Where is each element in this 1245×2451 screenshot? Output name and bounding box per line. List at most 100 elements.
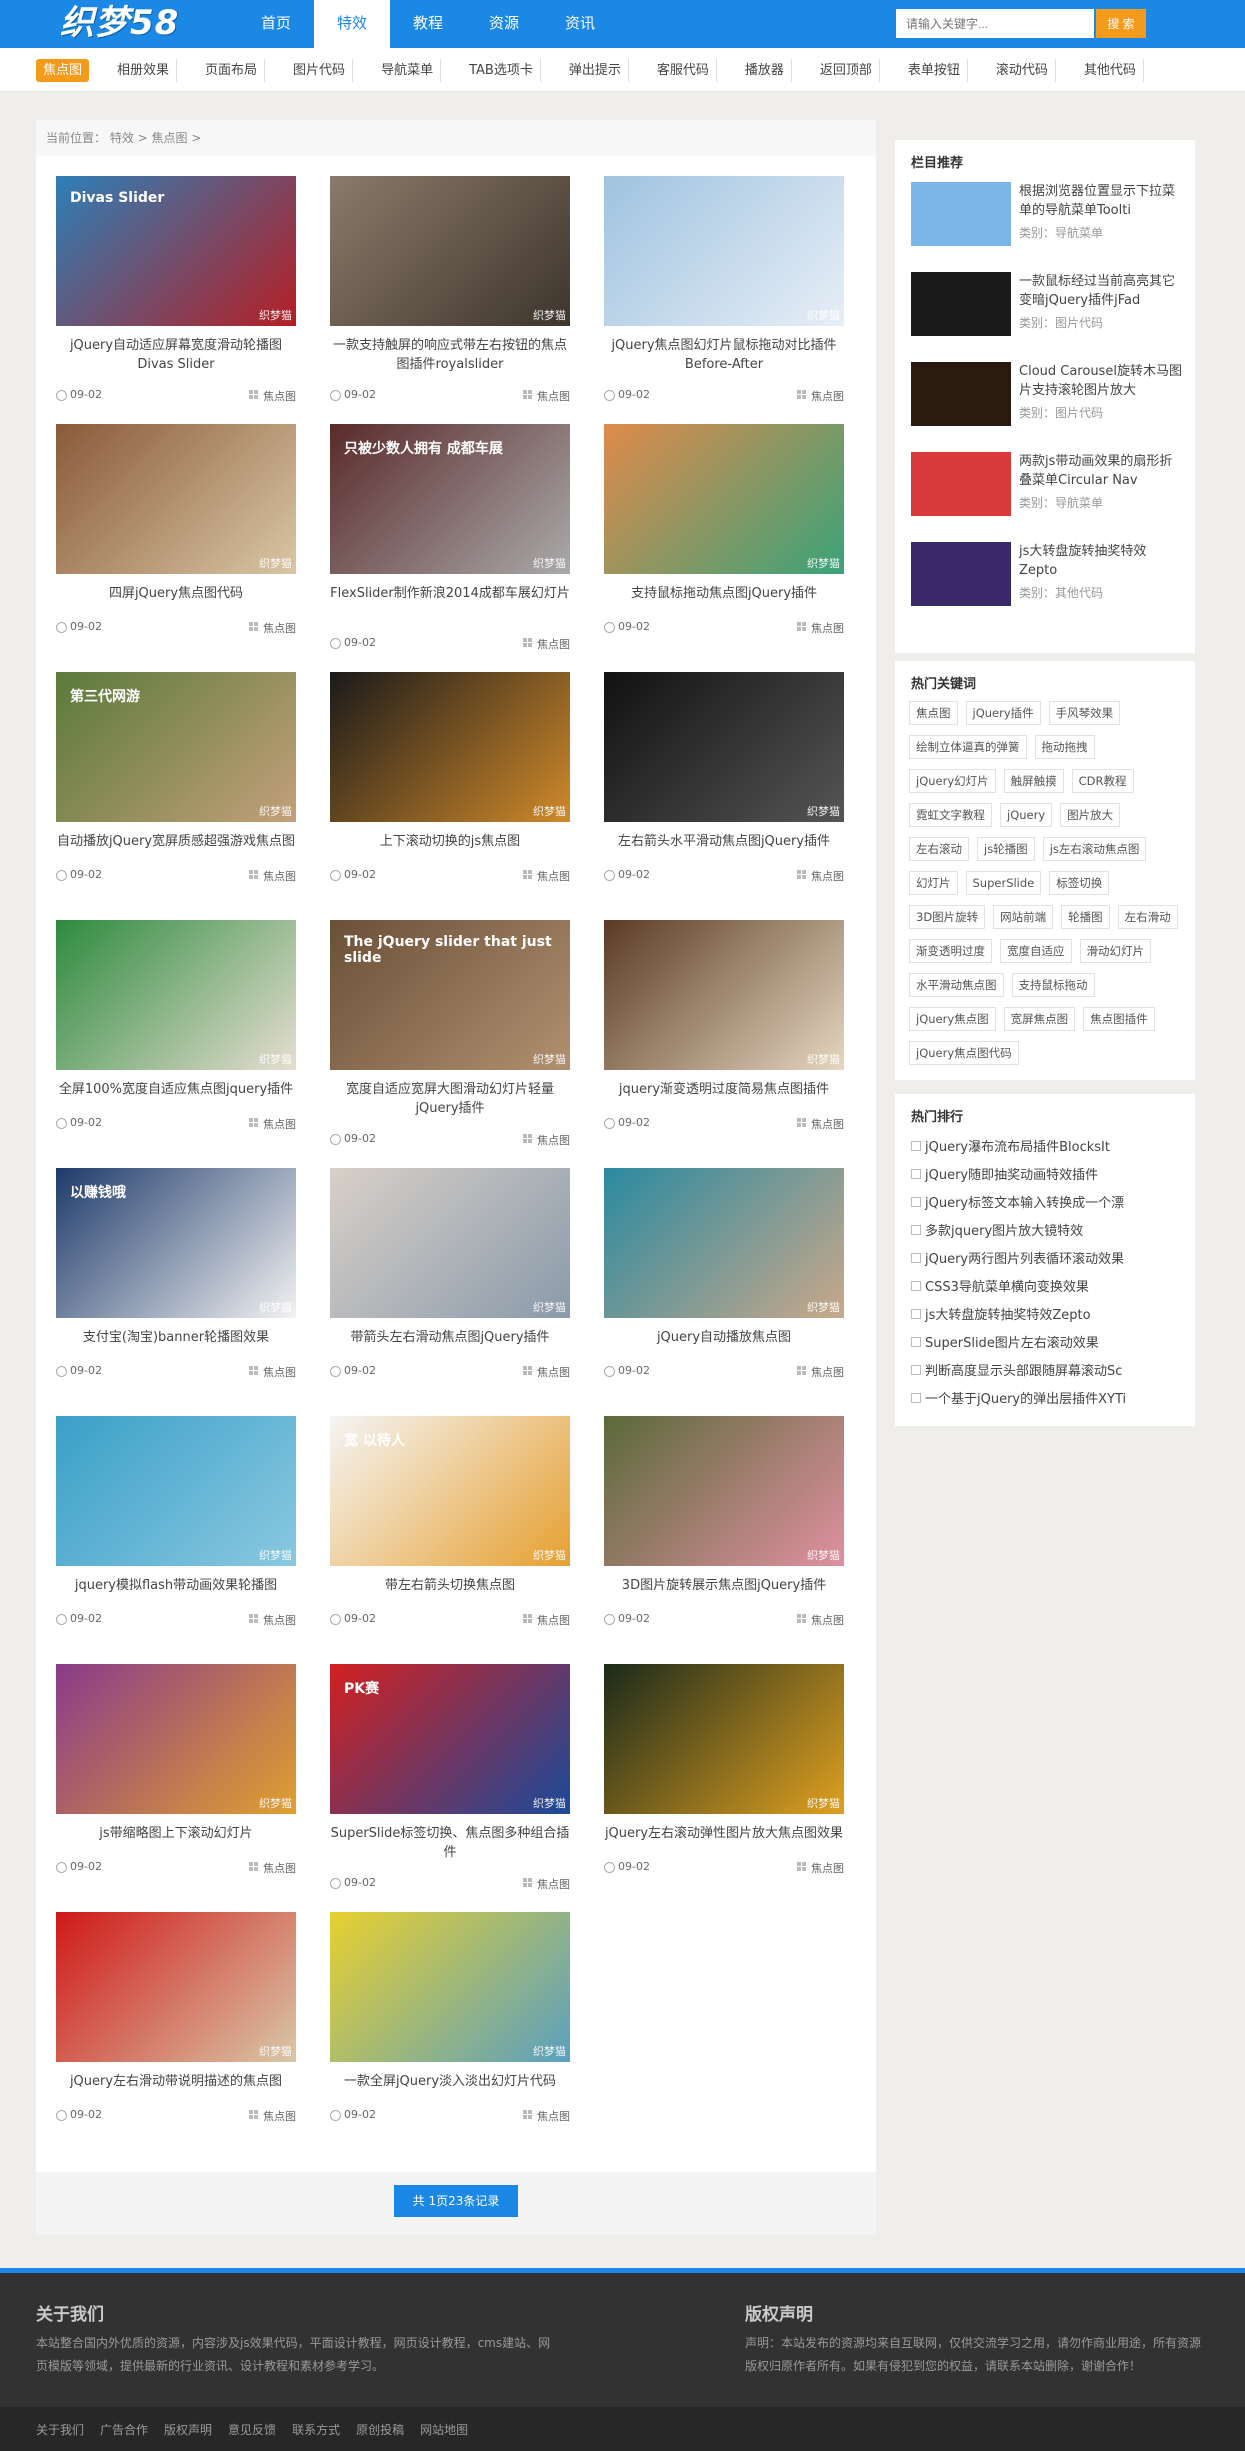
keyword-tag[interactable]: 3D图片旋转 — [909, 905, 986, 929]
hot-rank-item[interactable]: 一个基于jQuery的弹出层插件XYTi — [911, 1388, 1181, 1408]
keyword-tag[interactable]: js左右滚动焦点图 — [1042, 837, 1147, 861]
card-title[interactable]: 上下滚动切换的js焦点图 — [330, 832, 570, 851]
subnav-item[interactable]: 客服代码 — [650, 59, 717, 82]
card-category[interactable]: 焦点图 — [523, 868, 570, 884]
footer-link[interactable]: 原创投稿 — [356, 2421, 404, 2438]
subnav-item[interactable]: 表单按钮 — [901, 59, 968, 82]
card-category[interactable]: 焦点图 — [523, 1876, 570, 1892]
card-category[interactable]: 焦点图 — [523, 388, 570, 404]
footer-link[interactable]: 关于我们 — [36, 2421, 84, 2438]
keyword-tag[interactable]: js轮播图 — [977, 837, 1035, 861]
card-category[interactable]: 焦点图 — [249, 1364, 296, 1380]
keyword-tag[interactable]: jQuery — [1000, 803, 1053, 827]
keyword-tag[interactable]: jQuery插件 — [965, 701, 1041, 725]
card-thumbnail[interactable]: 织梦猫 — [56, 424, 296, 574]
keyword-tag[interactable]: 左右滚动 — [909, 837, 969, 861]
card-title[interactable]: FlexSlider制作新浪2014成都车展幻灯片 — [330, 584, 570, 603]
hot-rank-item[interactable]: js大转盘旋转抽奖特效Zepto — [911, 1304, 1181, 1324]
nav-item[interactable]: 首页 — [238, 0, 314, 48]
card-title[interactable]: 自动播放jQuery宽屏质感超强游戏焦点图 — [56, 832, 296, 851]
card-title[interactable]: 宽度自适应宽屏大图滑动幻灯片轻量jQuery插件 — [330, 1080, 570, 1118]
card-category[interactable]: 焦点图 — [249, 868, 296, 884]
card-category[interactable]: 焦点图 — [523, 1132, 570, 1148]
hot-rank-item[interactable]: SuperSlide图片左右滚动效果 — [911, 1332, 1181, 1352]
card-title[interactable]: 左右箭头水平滑动焦点图jQuery插件 — [604, 832, 844, 851]
card-category[interactable]: 焦点图 — [523, 636, 570, 652]
card-thumbnail[interactable]: 织梦猫 — [56, 1912, 296, 2062]
card-title[interactable]: 全屏100%宽度自适应焦点图jquery插件 — [56, 1080, 296, 1099]
subnav-item[interactable]: 返回顶部 — [813, 59, 880, 82]
card-title[interactable]: jquery渐变透明过度简易焦点图插件 — [604, 1080, 844, 1099]
keyword-tag[interactable]: 宽屏焦点图 — [1003, 1007, 1076, 1031]
recommend-thumbnail[interactable] — [911, 542, 1011, 606]
card-title[interactable]: 支持鼠标拖动焦点图jQuery插件 — [604, 584, 844, 603]
recommend-thumbnail[interactable] — [911, 362, 1011, 426]
keyword-tag[interactable]: 网站前端 — [993, 905, 1054, 929]
subnav-item[interactable]: 图片代码 — [286, 59, 354, 82]
nav-item[interactable]: 特效 — [314, 0, 390, 48]
keyword-tag[interactable]: 宽度自适应 — [1000, 939, 1072, 963]
subnav-item[interactable]: 页面布局 — [198, 59, 266, 82]
card-title[interactable]: jQuery焦点图幻灯片鼠标拖动对比插件Before-After — [604, 336, 844, 374]
card-title[interactable]: 支付宝(淘宝)banner轮播图效果 — [56, 1328, 296, 1347]
recommend-title[interactable]: 两款js带动画效果的扇形折叠菜单Circular Nav — [1019, 452, 1183, 490]
subnav-item[interactable]: 导航菜单 — [374, 59, 442, 82]
card-thumbnail[interactable]: 织梦猫 — [604, 424, 844, 574]
card-thumbnail[interactable]: PK赛 织梦猫 — [330, 1664, 570, 1814]
card-title[interactable]: 一款全屏jQuery淡入淡出幻灯片代码 — [330, 2072, 570, 2091]
keyword-tag[interactable]: 标签切换 — [1049, 871, 1110, 895]
recommend-item[interactable]: Cloud Carousel旋转木马图片支持滚轮图片放大 类别：图片代码 — [911, 362, 1183, 432]
card-category[interactable]: 焦点图 — [249, 1860, 296, 1876]
card-category[interactable]: 焦点图 — [797, 868, 844, 884]
keyword-tag[interactable]: 焦点图插件 — [1083, 1007, 1155, 1031]
site-logo[interactable]: 织梦58 — [60, 2, 200, 44]
card-title[interactable]: 带箭头左右滑动焦点图jQuery插件 — [330, 1328, 570, 1347]
keyword-tag[interactable]: 水平滑动焦点图 — [909, 973, 1004, 997]
keyword-tag[interactable]: 滑动幻灯片 — [1079, 939, 1151, 963]
footer-link[interactable]: 广告合作 — [100, 2421, 148, 2438]
card-category[interactable]: 焦点图 — [523, 1612, 570, 1628]
keyword-tag[interactable]: 左右滑动 — [1117, 905, 1178, 929]
nav-item[interactable]: 资源 — [466, 0, 542, 48]
keyword-tag[interactable]: 手风琴效果 — [1048, 701, 1121, 725]
card-title[interactable]: 一款支持触屏的响应式带左右按钮的焦点图插件royalslider — [330, 336, 570, 374]
card-category[interactable]: 焦点图 — [249, 620, 296, 636]
keyword-tag[interactable]: 触屏触摸 — [1003, 769, 1064, 793]
recommend-item[interactable]: 两款js带动画效果的扇形折叠菜单Circular Nav 类别：导航菜单 — [911, 452, 1183, 522]
card-category[interactable]: 焦点图 — [797, 1116, 844, 1132]
card-title[interactable]: jquery模拟flash带动画效果轮播图 — [56, 1576, 296, 1595]
recommend-title[interactable]: 一款鼠标经过当前高亮其它变暗jQuery插件jFad — [1019, 272, 1183, 310]
subnav-item[interactable]: 滚动代码 — [989, 59, 1056, 82]
hot-rank-item[interactable]: jQuery两行图片列表循环滚动效果 — [911, 1248, 1181, 1268]
card-thumbnail[interactable]: The jQuery slider that just slide 织梦猫 — [330, 920, 570, 1070]
card-thumbnail[interactable]: 织梦猫 — [604, 672, 844, 822]
recommend-title[interactable]: js大转盘旋转抽奖特效Zepto — [1019, 542, 1183, 580]
card-category[interactable]: 焦点图 — [523, 1364, 570, 1380]
nav-item[interactable]: 资讯 — [542, 0, 618, 48]
card-category[interactable]: 焦点图 — [249, 388, 296, 404]
card-thumbnail[interactable]: 织梦猫 — [56, 920, 296, 1070]
card-thumbnail[interactable]: 织梦猫 — [604, 1416, 844, 1566]
footer-link[interactable]: 联系方式 — [292, 2421, 340, 2438]
search-button[interactable]: 搜 索 — [1096, 9, 1146, 38]
card-category[interactable]: 焦点图 — [797, 620, 844, 636]
card-category[interactable]: 焦点图 — [797, 388, 844, 404]
card-thumbnail[interactable]: 织梦猫 — [330, 672, 570, 822]
card-title[interactable]: jQuery左右滚动弹性图片放大焦点图效果 — [604, 1824, 844, 1843]
card-thumbnail[interactable]: 织梦猫 — [330, 1168, 570, 1318]
card-category[interactable]: 焦点图 — [797, 1612, 844, 1628]
hot-rank-item[interactable]: jQuery随即抽奖动画特效插件 — [911, 1164, 1181, 1184]
keyword-tag[interactable]: 绘制立体逼真的弹簧 — [909, 735, 1027, 759]
nav-item[interactable]: 教程 — [390, 0, 466, 48]
subnav-item[interactable]: 其他代码 — [1077, 59, 1144, 82]
footer-link[interactable]: 意见反馈 — [228, 2421, 276, 2438]
subnav-item[interactable]: 相册效果 — [110, 59, 178, 82]
card-thumbnail[interactable]: 织梦猫 — [604, 1168, 844, 1318]
keyword-tag[interactable]: 拖动拖拽 — [1034, 735, 1095, 759]
keyword-tag[interactable]: 幻灯片 — [909, 871, 958, 895]
subnav-item[interactable]: 弹出提示 — [562, 59, 629, 82]
subnav-item[interactable]: 播放器 — [738, 59, 792, 82]
pagination-info[interactable]: 共 1页23条记录 — [394, 2185, 518, 2217]
recommend-thumbnail[interactable] — [911, 182, 1011, 246]
search-input[interactable] — [896, 9, 1094, 38]
